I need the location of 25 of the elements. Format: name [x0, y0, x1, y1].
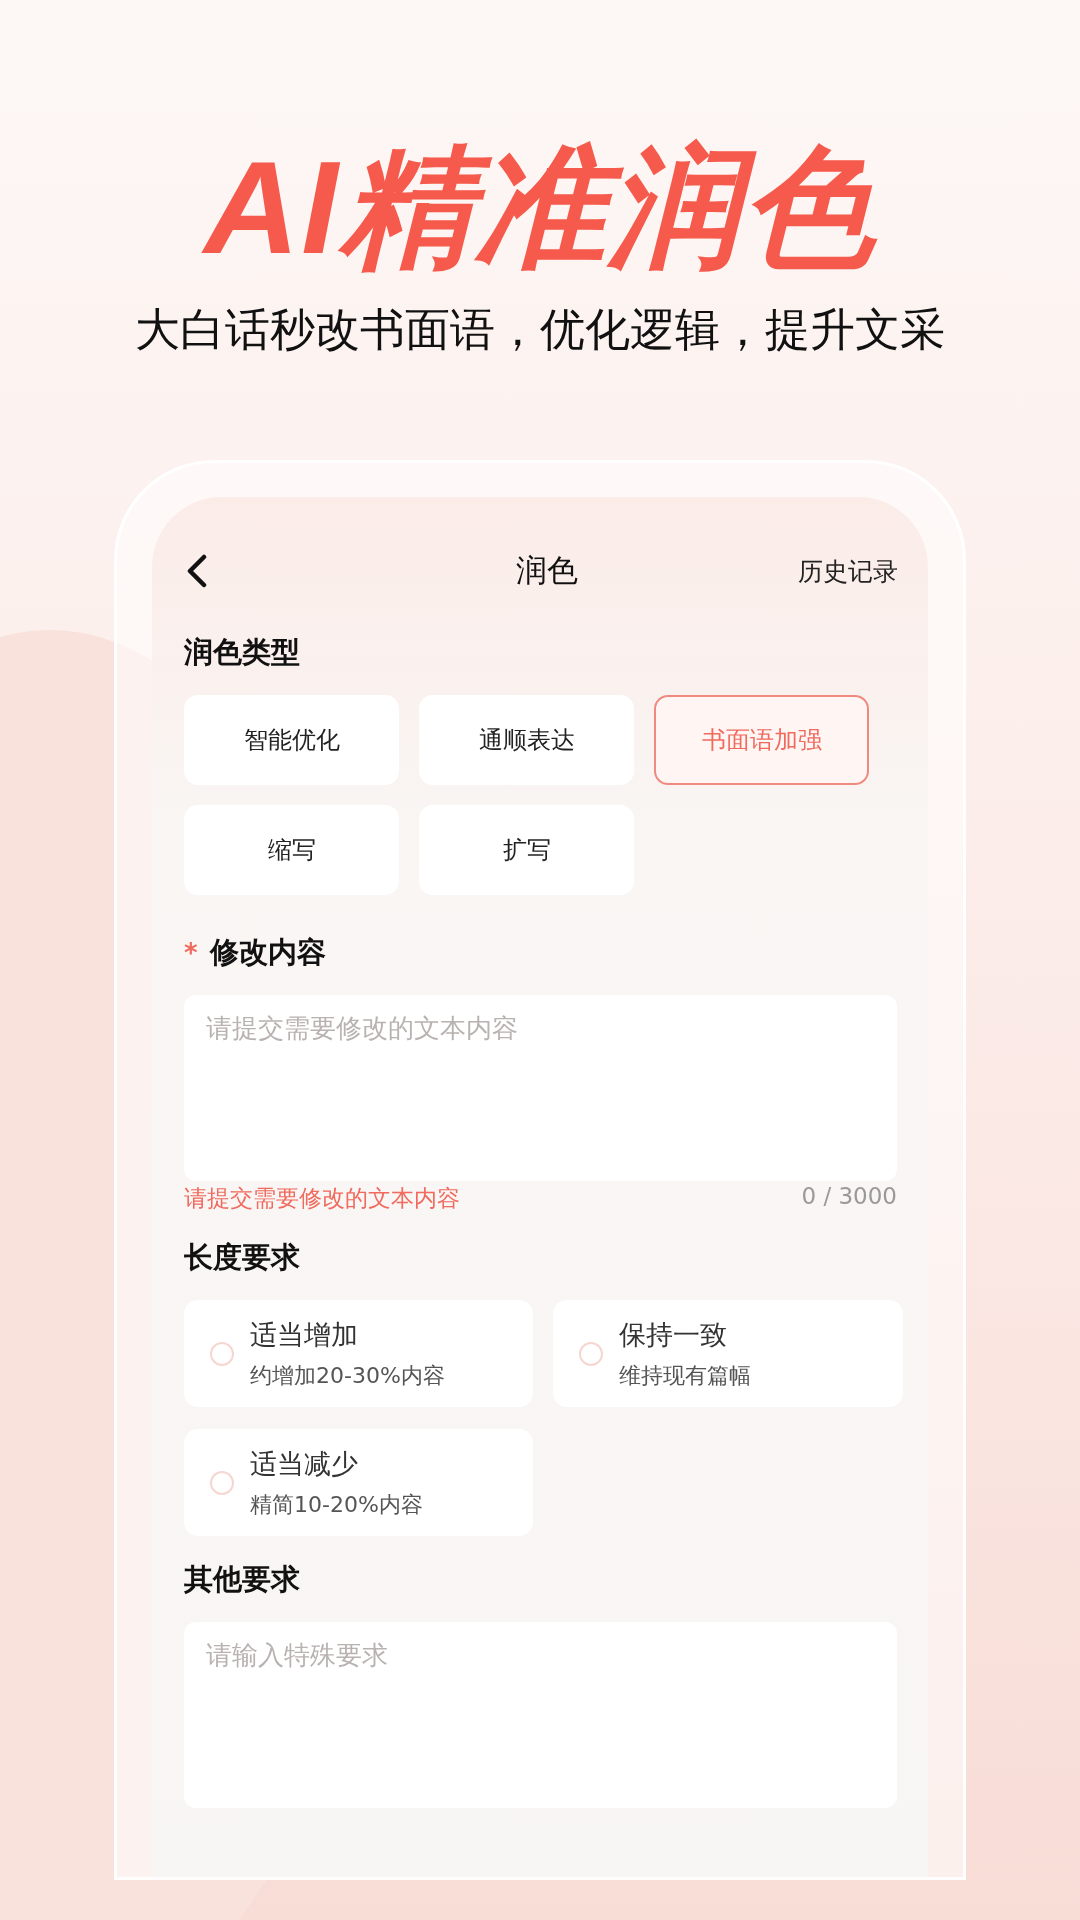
length-option[interactable]: 适当增加 约增加20-30%内容 [184, 1300, 533, 1407]
option-note: 约增加20-30%内容 [250, 1361, 445, 1390]
type-chip[interactable]: 缩写 [184, 805, 399, 895]
error-message: 请提交需要修改的文本内容 [184, 1184, 460, 1213]
subtitle: 大白话秒改书面语，优化逻辑，提升文采 [135, 302, 945, 358]
type-chip[interactable]: 通顺表达 [419, 695, 634, 785]
screen-title: 润色 [516, 551, 578, 590]
option-title: 保持一致 [619, 1317, 728, 1352]
required-mark: * [184, 938, 198, 968]
option-note: 精简10-20%内容 [250, 1490, 423, 1519]
input-field[interactable]: 请输入特殊要求 [184, 1622, 897, 1808]
section-label: 润色类型 [184, 634, 301, 671]
character-counter: 0 / 3000 [801, 1183, 897, 1211]
option-title: 适当增加 [250, 1317, 359, 1352]
section-label: 其他要求 [184, 1561, 301, 1598]
section-label: 长度要求 [184, 1239, 301, 1276]
history-link[interactable]: 历史记录 [798, 554, 898, 588]
input-field[interactable]: 请提交需要修改的文本内容 [184, 995, 897, 1181]
length-option[interactable]: 适当减少 精简10-20%内容 [184, 1429, 533, 1536]
type-chip[interactable]: 智能优化 [184, 695, 399, 785]
type-chip[interactable]: 扩写 [419, 805, 634, 895]
section-label: 修改内容 [209, 934, 326, 971]
option-title: 适当减少 [250, 1446, 359, 1481]
option-note: 维持现有篇幅 [619, 1361, 751, 1390]
length-option[interactable]: 保持一致 维持现有篇幅 [553, 1300, 903, 1407]
